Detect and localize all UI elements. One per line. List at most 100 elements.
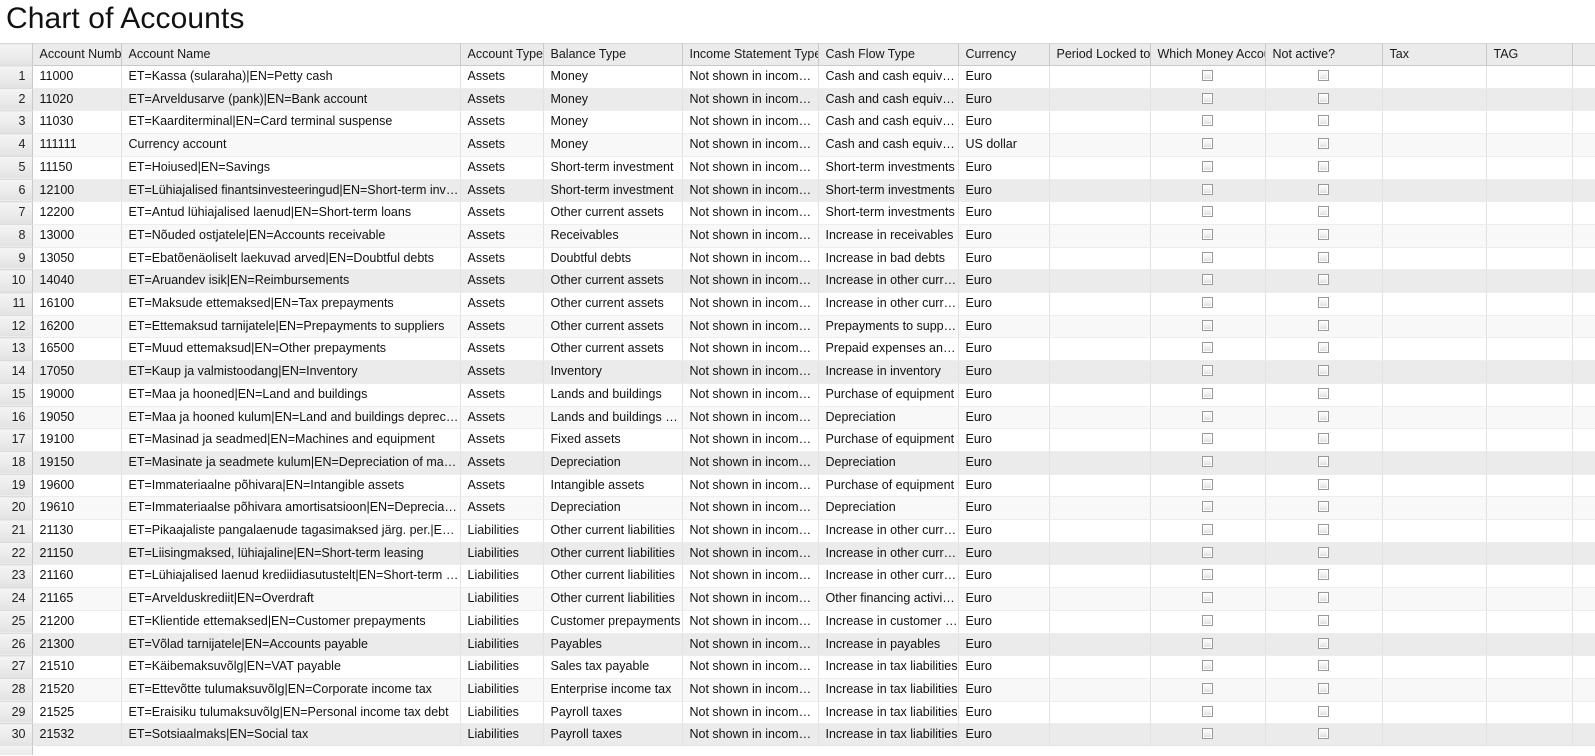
cell-tag[interactable] [1486,678,1573,702]
cell-period-locked-to[interactable] [1049,88,1151,112]
cell-cash-flow-type[interactable]: Cash and cash equivale... [818,88,959,112]
cell-account-type[interactable]: Assets [460,406,544,430]
cell-tax[interactable] [1382,201,1487,225]
checkbox-unchecked-icon[interactable] [1202,297,1213,309]
cell-account-name[interactable]: ET=Arveldusarve (pank)|EN=Bank account [121,88,461,112]
cell-tag[interactable] [1486,542,1573,566]
cell-account-number[interactable]: 21200 [32,610,122,634]
cell-account-name[interactable]: ET=Immateriaalne põhivara|EN=Intangible … [121,474,461,498]
cell-currency[interactable]: Euro [958,65,1050,89]
cell-cash-flow-type[interactable]: Increase in receivables [818,224,959,248]
checkbox-unchecked-icon[interactable] [1318,387,1329,399]
cell-account-name[interactable]: ET=Sotsiaalmaks|EN=Social tax [121,723,461,748]
cell-account-type[interactable]: Liabilities [460,587,544,611]
cell-period-locked-to[interactable] [1049,519,1151,543]
cell-cash-flow-type[interactable]: Increase in bad debts [818,247,959,271]
cell-income-statement-type[interactable]: Not shown in income sh... [682,360,819,384]
cell-account-name[interactable]: ET=Muud ettemaksud|EN=Other prepayments [121,337,461,362]
table-row[interactable]: 24 21165 ET=Arvelduskrediit|EN=Overdraft Li… [0,587,1595,611]
cell-account-number[interactable]: 11020 [32,88,122,112]
cell-account-name[interactable]: ET=Nõuded ostjatele|EN=Accounts receivab… [121,224,461,248]
cell-balance-type[interactable]: Intangible assets [543,474,683,498]
cell-income-statement-type[interactable]: Not shown in income sh... [682,519,819,543]
cell-income-statement-type[interactable]: Not shown in income sh... [682,179,819,203]
table-row[interactable]: 26 21300 ET=Võlad tarnijatele|EN=Accounts … [0,633,1595,657]
cell-not-active[interactable] [1265,65,1383,89]
cell-which-money-account[interactable] [1150,701,1266,725]
cell-currency[interactable]: US dollar [958,133,1050,157]
cell-cash-flow-type[interactable]: Purchase of equipment [818,428,959,452]
checkbox-unchecked-icon[interactable] [1202,592,1213,604]
checkbox-unchecked-icon[interactable] [1202,614,1213,626]
cell-which-money-account[interactable] [1150,337,1266,362]
cell-tax[interactable] [1382,360,1487,384]
checkbox-unchecked-icon[interactable] [1318,138,1329,150]
cell-not-active[interactable] [1265,428,1383,452]
cell-tax[interactable] [1382,110,1487,135]
cell-currency[interactable]: Euro [958,633,1050,657]
cell-account-type[interactable]: Liabilities [460,633,544,657]
cell-account-number[interactable]: 17050 [32,360,122,384]
checkbox-unchecked-icon[interactable] [1318,274,1329,286]
cell-cash-flow-type[interactable]: Increase in other curren... [818,564,959,589]
checkbox-unchecked-icon[interactable] [1318,455,1329,467]
cell-account-number[interactable]: 19610 [32,496,122,521]
cell-tag[interactable] [1486,360,1573,384]
cell-cash-flow-type[interactable]: Increase in other curren... [818,269,959,294]
checkbox-unchecked-icon[interactable] [1202,569,1213,581]
cell-period-locked-to[interactable] [1049,723,1151,748]
cell-cash-flow-type[interactable]: Prepaid expenses and o... [818,337,959,362]
cell-account-number[interactable]: 19000 [32,383,122,407]
cell-currency[interactable]: Euro [958,678,1050,702]
cell-cash-flow-type[interactable]: Short-term investments [818,201,959,225]
cell-currency[interactable]: Euro [958,179,1050,203]
cell-balance-type[interactable]: Payables [543,633,683,657]
cell-tax[interactable] [1382,678,1487,702]
checkbox-unchecked-icon[interactable] [1318,228,1329,240]
cell-which-money-account[interactable] [1150,496,1266,521]
column-header-income-statement-type[interactable]: Income Statement Type [682,43,819,66]
checkbox-unchecked-icon[interactable] [1202,274,1213,286]
cell-tag[interactable] [1486,723,1573,748]
cell-not-active[interactable] [1265,110,1383,135]
cell-not-active[interactable] [1265,587,1383,611]
cell-period-locked-to[interactable] [1049,496,1151,521]
cell-tag[interactable] [1486,156,1573,180]
cell-account-type[interactable]: Assets [460,269,544,294]
checkbox-unchecked-icon[interactable] [1318,70,1329,81]
cell-account-name[interactable]: ET=Immateriaalse põhivara amortisatsioon… [121,496,461,521]
cell-tag[interactable] [1486,65,1573,89]
cell-cash-flow-type[interactable]: Depreciation [818,496,959,521]
cell-balance-type[interactable]: Other current assets [543,292,683,316]
cell-tag[interactable] [1486,179,1573,203]
cell-not-active[interactable] [1265,156,1383,180]
table-row[interactable]: 22 21150 ET=Liisingmaksed, lühiajaline|EN=… [0,542,1595,566]
cell-not-active[interactable] [1265,269,1383,294]
cell-tax[interactable] [1382,723,1487,748]
cell-account-number[interactable]: 21150 [32,542,122,566]
cell-balance-type[interactable]: Other current assets [543,269,683,294]
checkbox-unchecked-icon[interactable] [1318,92,1329,104]
cell-tax[interactable] [1382,655,1487,679]
checkbox-unchecked-icon[interactable] [1202,546,1213,558]
cell-tag[interactable] [1486,247,1573,271]
cell-account-type[interactable]: Liabilities [460,519,544,543]
cell-period-locked-to[interactable] [1049,406,1151,430]
cell-balance-type[interactable]: Fixed assets [543,428,683,452]
checkbox-unchecked-icon[interactable] [1202,160,1213,172]
cell-tax[interactable] [1382,383,1487,407]
cell-tax[interactable] [1382,451,1487,475]
table-row[interactable]: 3 11030 ET=Kaarditerminal|EN=Card terminal… [0,110,1595,135]
cell-account-type[interactable]: Assets [460,201,544,225]
cell-balance-type[interactable]: Inventory [543,360,683,384]
cell-which-money-account[interactable] [1150,88,1266,112]
cell-tax[interactable] [1382,474,1487,498]
table-row[interactable]: 19 19600 ET=Immateriaalne põhivara|EN=Inta… [0,474,1595,498]
column-header-tax[interactable]: Tax [1382,43,1487,66]
cell-period-locked-to[interactable] [1049,587,1151,611]
table-row[interactable]: 13 16500 ET=Muud ettemaksud|EN=Other prepa… [0,337,1595,362]
cell-which-money-account[interactable] [1150,428,1266,452]
cell-account-number[interactable]: 21525 [32,701,122,725]
cell-period-locked-to[interactable] [1049,633,1151,657]
cell-period-locked-to[interactable] [1049,678,1151,702]
